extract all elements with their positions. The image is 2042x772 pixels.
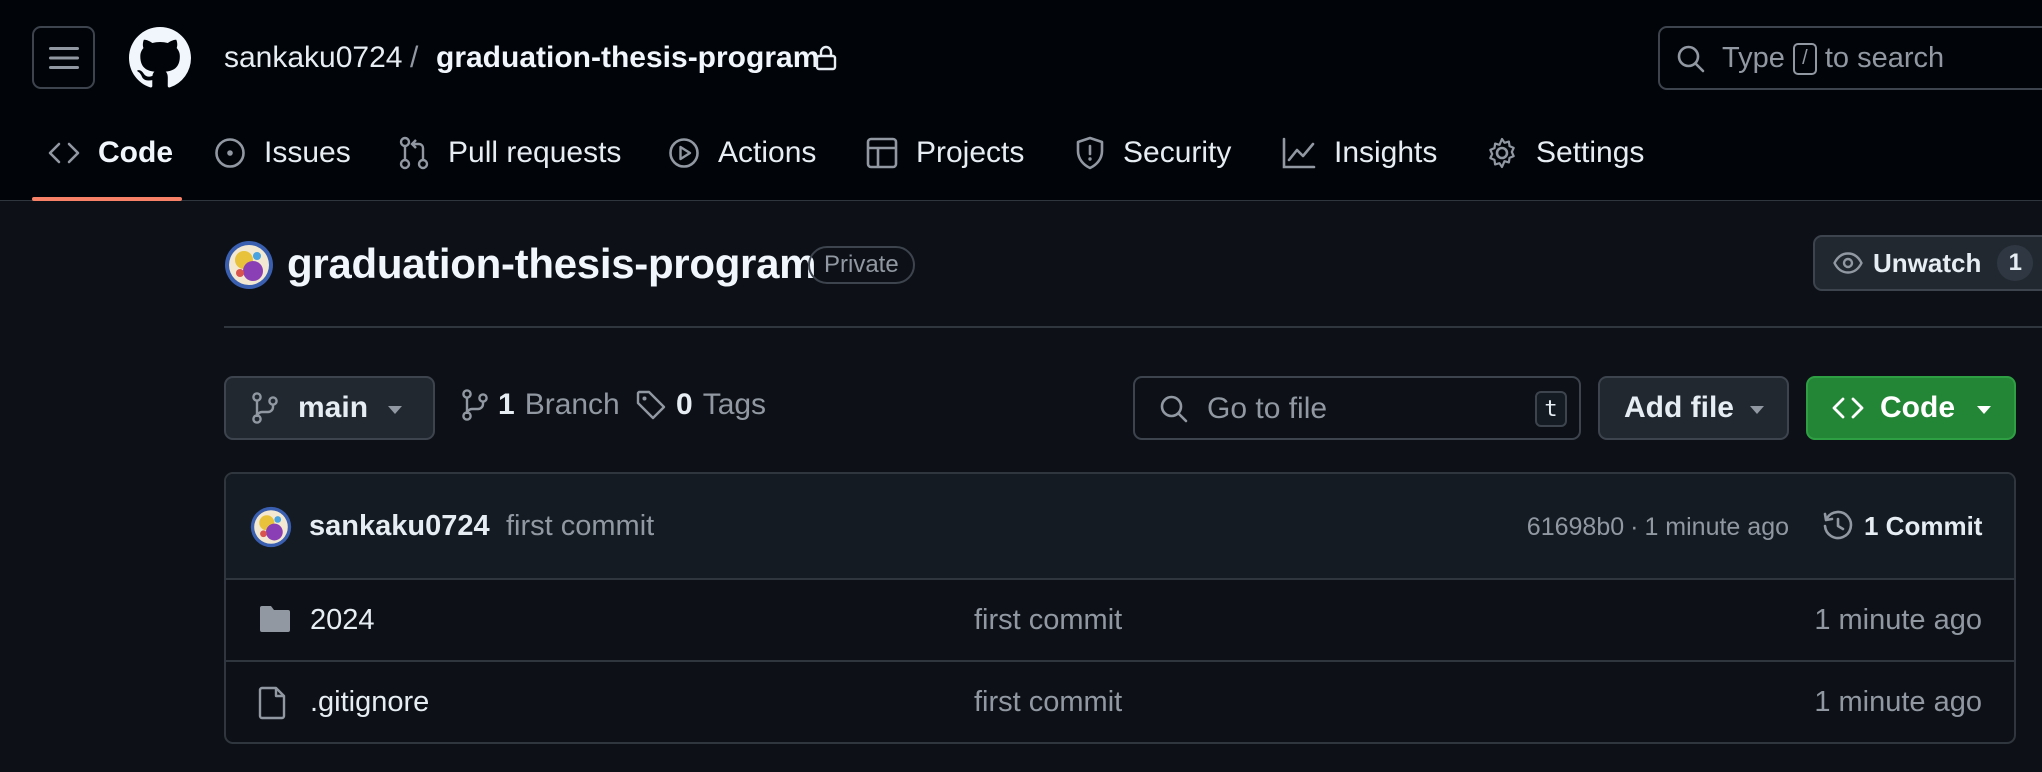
latest-commit-bar: sankaku0724 first commit 61698b0 · 1 min… — [226, 474, 2014, 580]
commit-history-link[interactable]: 1 Commit — [1822, 510, 1982, 542]
tab-code[interactable]: Code — [48, 133, 173, 173]
git-branch-icon — [252, 392, 278, 424]
commit-meta: 61698b0 · 1 minute ago — [1527, 513, 1789, 542]
search-icon — [1160, 395, 1188, 423]
add-file-label: Add file — [1624, 391, 1734, 424]
search-prefix: Type — [1722, 42, 1785, 74]
commit-meta-dot: · — [1630, 513, 1639, 541]
lock-icon — [815, 45, 837, 71]
branch-name: main — [298, 391, 369, 424]
tags-link[interactable]: 0 Tags — [636, 388, 766, 422]
code-icon — [1832, 397, 1864, 419]
tab-projects[interactable]: Projects — [866, 133, 1024, 173]
file-table: sankaku0724 first commit 61698b0 · 1 min… — [224, 472, 2016, 744]
code-dropdown-button[interactable]: Code — [1806, 376, 2016, 440]
breadcrumb-owner[interactable]: sankaku0724 — [224, 40, 402, 76]
file-commit-message[interactable]: first commit — [974, 686, 1122, 719]
global-search-input[interactable]: Type / to search — [1658, 26, 2042, 90]
issue-opened-icon — [215, 138, 245, 168]
eye-icon — [1833, 252, 1863, 274]
repo-title[interactable]: graduation-thesis-program — [287, 240, 817, 288]
commit-time: 1 minute ago — [1644, 513, 1789, 541]
file-icon — [258, 686, 286, 720]
play-icon — [669, 138, 699, 168]
breadcrumb-separator: / — [410, 41, 419, 74]
tab-issues[interactable]: Issues — [214, 133, 351, 173]
go-to-file-placeholder: Go to file — [1207, 392, 1328, 425]
file-commit-time: 1 minute ago — [1814, 686, 1982, 718]
branch-count: 1 — [498, 388, 515, 421]
pull-request-icon — [399, 136, 429, 170]
table-icon — [866, 137, 898, 169]
branch-selector[interactable]: main — [224, 376, 435, 440]
tab-settings[interactable]: Settings — [1486, 133, 1644, 173]
tab-actions[interactable]: Actions — [668, 133, 816, 173]
code-icon — [48, 142, 80, 164]
tab-security[interactable]: Security — [1075, 133, 1231, 173]
owner-avatar[interactable] — [224, 240, 274, 290]
watch-count: 1 — [1997, 245, 2034, 281]
active-tab-indicator — [32, 197, 182, 201]
commit-message[interactable]: first commit — [506, 510, 654, 543]
file-commit-message[interactable]: first commit — [974, 604, 1122, 637]
global-header: sankaku0724 / graduation-thesis-program … — [0, 0, 2042, 201]
file-row[interactable]: 2024 first commit 1 minute ago — [226, 580, 2014, 662]
search-shortcut-key: / — [1792, 42, 1817, 75]
title-divider — [224, 326, 2042, 328]
unwatch-label: Unwatch — [1873, 247, 1982, 278]
tab-label: Settings — [1536, 136, 1645, 169]
hamburger-icon — [48, 46, 79, 69]
commit-author[interactable]: sankaku0724 — [309, 510, 490, 543]
breadcrumb-repo[interactable]: graduation-thesis-program — [436, 40, 819, 76]
code-button-label: Code — [1880, 391, 1955, 424]
tag-count-label: Tags — [702, 388, 767, 421]
tab-label: Projects — [916, 136, 1025, 169]
search-suffix: to search — [1824, 42, 1945, 74]
tab-insights[interactable]: Insights — [1282, 133, 1437, 173]
gear-icon — [1489, 137, 1515, 169]
unwatch-button[interactable]: Unwatch 1 — [1813, 235, 2042, 291]
tab-label: Pull requests — [448, 136, 622, 169]
file-name[interactable]: 2024 — [310, 604, 375, 637]
go-to-file-shortcut: t — [1535, 391, 1567, 427]
branches-link[interactable]: 1 Branch — [462, 388, 620, 422]
menu-button[interactable] — [32, 26, 95, 89]
visibility-badge: Private — [808, 246, 915, 284]
tab-label: Actions — [718, 136, 817, 169]
tab-pull-requests[interactable]: Pull requests — [398, 133, 621, 173]
chevron-down-icon — [388, 406, 402, 414]
commit-count-label: 1 Commit — [1864, 510, 1983, 541]
chevron-down-icon — [1750, 406, 1764, 414]
add-file-button[interactable]: Add file — [1598, 376, 1789, 440]
commit-hash[interactable]: 61698b0 — [1527, 513, 1624, 542]
tab-label: Issues — [264, 136, 351, 169]
file-name[interactable]: .gitignore — [310, 686, 429, 719]
history-icon — [1823, 510, 1853, 540]
file-commit-time: 1 minute ago — [1814, 604, 1982, 636]
shield-icon — [1076, 136, 1104, 170]
tab-label: Security — [1123, 136, 1232, 169]
graph-icon — [1282, 137, 1316, 169]
chevron-down-icon — [1977, 406, 1991, 414]
tab-label: Insights — [1334, 136, 1438, 169]
github-logo-icon[interactable] — [129, 27, 191, 89]
search-placeholder: Type / to search — [1722, 42, 1944, 75]
tag-count: 0 — [676, 388, 693, 421]
branch-count-label: Branch — [524, 388, 620, 421]
go-to-file-input[interactable]: Go to file t — [1133, 376, 1581, 440]
git-branch-icon — [462, 389, 488, 421]
search-icon — [1677, 45, 1705, 73]
author-avatar[interactable] — [250, 506, 292, 548]
folder-icon — [260, 606, 290, 632]
file-row[interactable]: .gitignore first commit 1 minute ago — [226, 662, 2014, 742]
tag-icon — [636, 390, 666, 420]
tab-label: Code — [98, 136, 173, 169]
